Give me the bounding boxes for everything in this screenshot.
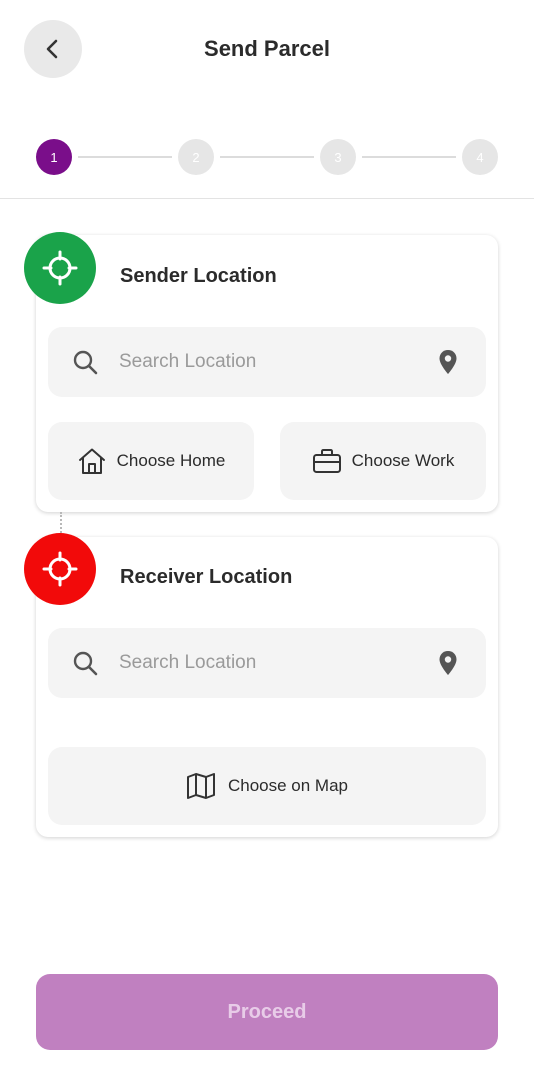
step-1: 1: [36, 139, 72, 175]
sender-location-icon: [24, 232, 96, 304]
location-pin-icon[interactable]: [438, 349, 458, 375]
choose-on-map-label: Choose on Map: [227, 776, 349, 795]
choose-work-label: Choose Work: [351, 451, 455, 470]
step-2: 2: [178, 139, 214, 175]
step-connector: [220, 156, 314, 158]
stepper: 1 2 3 4: [36, 139, 498, 175]
page-title: Send Parcel: [204, 36, 330, 61]
briefcase-icon: [312, 449, 341, 473]
receiver-location-icon: [24, 533, 96, 605]
sender-search-input[interactable]: Search Location: [48, 327, 486, 397]
receiver-search-input[interactable]: Search Location: [48, 628, 486, 698]
receiver-location-title: Receiver Location: [120, 566, 293, 588]
receiver-location-card: Receiver Location Search Location Choose…: [36, 537, 498, 837]
choose-home-label: Choose Home: [116, 451, 226, 470]
step-connector: [78, 156, 172, 158]
home-icon: [78, 448, 105, 474]
sender-location-title: Sender Location: [120, 265, 277, 287]
header-divider: [0, 198, 534, 199]
location-pin-icon[interactable]: [438, 650, 458, 676]
step-connector: [362, 156, 456, 158]
map-icon: [186, 773, 215, 799]
step-4: 4: [462, 139, 498, 175]
search-placeholder: Search Location: [119, 652, 257, 673]
crosshair-icon: [42, 250, 78, 286]
proceed-button[interactable]: Proceed: [36, 974, 498, 1050]
crosshair-icon: [42, 551, 78, 587]
choose-home-button[interactable]: Choose Home: [48, 422, 254, 500]
step-3: 3: [320, 139, 356, 175]
search-icon: [73, 350, 98, 375]
search-placeholder: Search Location: [119, 351, 257, 372]
search-icon: [73, 651, 98, 676]
sender-location-card: Sender Location Search Location Choose H…: [36, 235, 498, 512]
choose-on-map-button[interactable]: Choose on Map: [48, 747, 486, 825]
choose-work-button[interactable]: Choose Work: [280, 422, 486, 500]
header: Send Parcel: [0, 0, 534, 100]
